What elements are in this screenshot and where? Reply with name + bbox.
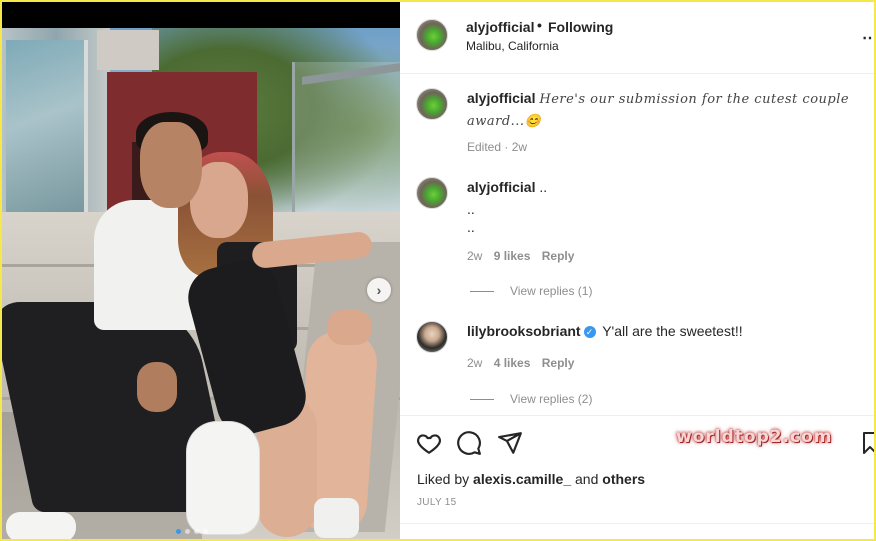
- reply-button[interactable]: Reply: [542, 249, 575, 263]
- comment-body: ..: [539, 179, 548, 195]
- comment-likes[interactable]: 4 likes: [494, 356, 531, 370]
- reply-button[interactable]: Reply: [542, 356, 575, 370]
- photo-glass: [6, 40, 88, 235]
- comment-username[interactable]: alyjofficial: [467, 90, 535, 106]
- carousel-dot: [176, 529, 181, 534]
- caption-text: alyjofficial Here's our submission for t…: [467, 88, 867, 132]
- post-location[interactable]: Malibu, California: [466, 39, 559, 53]
- view-replies-label: View replies (1): [510, 284, 593, 298]
- post-side-panel: alyjofficial • Following Malibu, Califor…: [400, 2, 876, 539]
- more-icon[interactable]: ⋯: [862, 28, 876, 48]
- chevron-right-icon: ›: [376, 282, 382, 298]
- comment-text: alyjofficial ..: [467, 177, 867, 197]
- comment-time: 2w: [467, 249, 483, 263]
- separator-dot: •: [537, 17, 542, 33]
- comment-meta: 2w 9 likes Reply: [467, 249, 574, 263]
- avatar[interactable]: [416, 177, 448, 209]
- liked-by-prefix: Liked by: [417, 471, 470, 487]
- comment-body: Y'all are the sweetest!!: [602, 323, 743, 339]
- post-photo[interactable]: ›: [2, 2, 400, 539]
- post-header: alyjofficial • Following Malibu, Califor…: [400, 2, 876, 74]
- verified-icon: ✓: [583, 326, 596, 338]
- photo-top-bar: [2, 2, 400, 28]
- liked-by-others[interactable]: others: [602, 471, 645, 487]
- comment-meta: 2w 4 likes Reply: [467, 356, 574, 370]
- caption-meta: Edited · 2w: [467, 140, 528, 154]
- liked-by-user[interactable]: alexis.camille_: [473, 471, 571, 487]
- liked-by-and: and: [575, 471, 599, 487]
- photo-person: [6, 512, 76, 539]
- divider: [400, 415, 874, 416]
- photo-person: [314, 498, 359, 538]
- avatar[interactable]: [416, 321, 448, 353]
- comment-icon[interactable]: [456, 430, 482, 456]
- comment-body-line: ..: [467, 201, 475, 217]
- watermark: worldtop2.com: [676, 427, 833, 447]
- carousel-dot: [185, 529, 190, 534]
- carousel-dot: [203, 529, 208, 534]
- photo-person: [140, 122, 202, 208]
- photo-person: [187, 422, 259, 534]
- divider-line: [470, 290, 494, 292]
- comment-time: 2w: [467, 356, 483, 370]
- view-replies-button[interactable]: View replies (1): [470, 284, 592, 298]
- share-icon[interactable]: [497, 430, 523, 456]
- photo-person: [327, 310, 372, 345]
- avatar[interactable]: [416, 19, 448, 51]
- comment-body-line: ..: [467, 219, 475, 235]
- comment-likes[interactable]: 9 likes: [494, 249, 531, 263]
- view-replies-label: View replies (2): [510, 392, 593, 406]
- photo-column: [97, 30, 159, 70]
- comment-username[interactable]: alyjofficial: [467, 179, 535, 195]
- comment-text: lilybrooksobriant ✓ Y'all are the sweetes…: [467, 321, 867, 341]
- photo-person: [137, 362, 177, 412]
- divider: [400, 523, 874, 524]
- divider-line: [470, 398, 494, 400]
- carousel-next-button[interactable]: ›: [367, 278, 391, 302]
- liked-by: Liked by alexis.camille_ and others: [417, 471, 645, 487]
- post-author-username[interactable]: alyjofficial: [466, 19, 534, 35]
- heart-icon[interactable]: [416, 430, 442, 456]
- view-replies-button[interactable]: View replies (2): [470, 392, 592, 406]
- post-date[interactable]: JULY 15: [417, 497, 457, 508]
- comment-username[interactable]: lilybrooksobriant: [467, 323, 581, 339]
- following-button[interactable]: Following: [548, 19, 613, 35]
- carousel-dots: [176, 529, 208, 534]
- bookmark-icon[interactable]: [862, 430, 876, 456]
- avatar[interactable]: [416, 88, 448, 120]
- carousel-dot: [194, 529, 199, 534]
